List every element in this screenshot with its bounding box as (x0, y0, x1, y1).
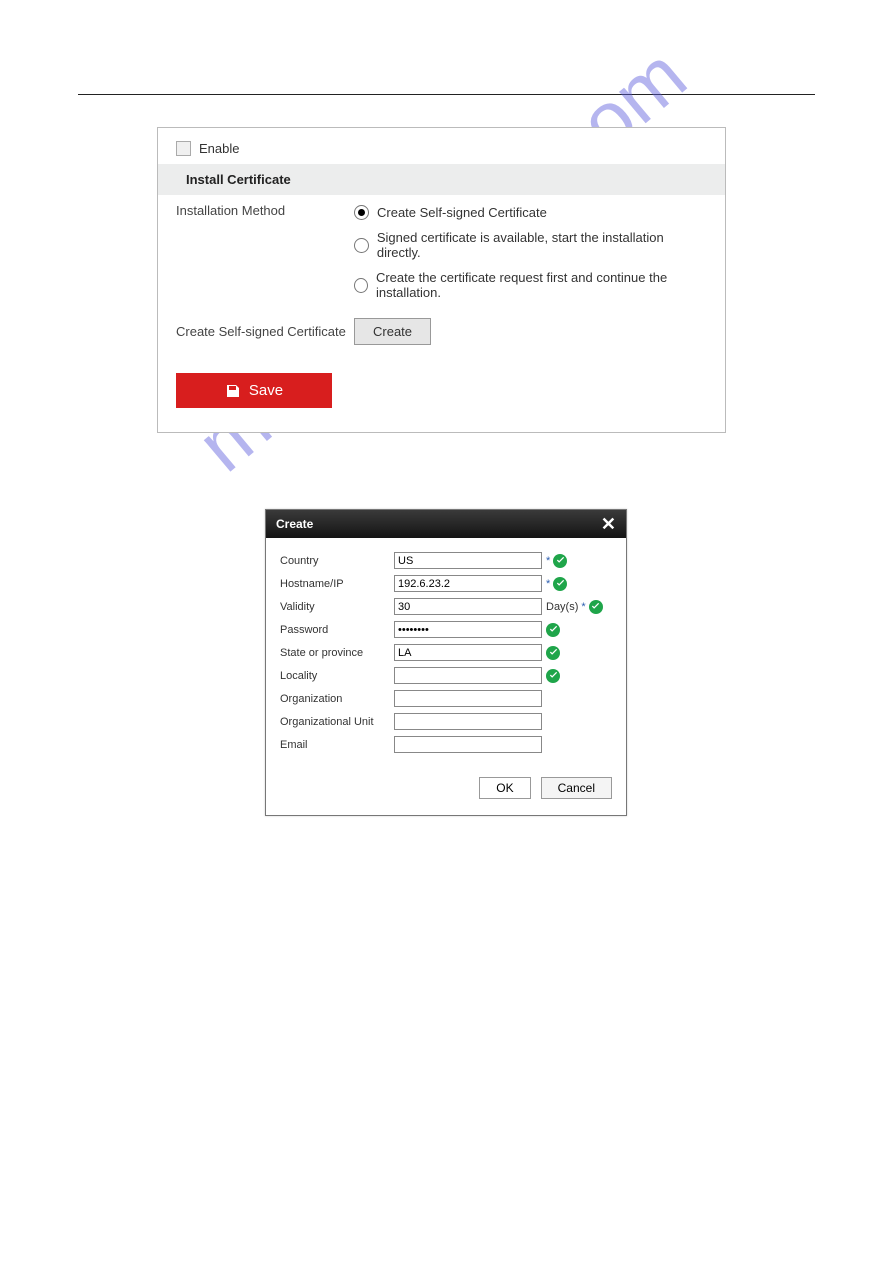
country-suffix: * (546, 554, 567, 568)
radio-signed-available[interactable]: Signed certificate is available, start t… (354, 230, 707, 260)
close-icon[interactable]: ✕ (601, 517, 616, 531)
save-button-label: Save (249, 382, 283, 399)
validity-input[interactable] (394, 598, 542, 615)
field-row-org_unit: Organizational Unit (280, 713, 612, 730)
field-row-password: Password (280, 621, 612, 638)
field-row-validity: Validity Day(s)* (280, 598, 612, 615)
installation-method-options: Create Self-signed Certificate Signed ce… (354, 203, 707, 300)
field-row-locality: Locality (280, 667, 612, 684)
radio-dot-icon (354, 238, 369, 253)
page-divider (78, 94, 815, 95)
password-label: Password (280, 624, 394, 636)
installation-method-label: Installation Method (176, 203, 354, 218)
enable-label: Enable (199, 141, 239, 156)
radio-label: Create Self-signed Certificate (377, 205, 547, 220)
field-row-organization: Organization (280, 690, 612, 707)
email-input[interactable] (394, 736, 542, 753)
locality-input[interactable] (394, 667, 542, 684)
validity-unit-label: Day(s) (546, 601, 578, 613)
locality-label: Locality (280, 670, 394, 682)
field-row-country: Country * (280, 552, 612, 569)
hostname-label: Hostname/IP (280, 578, 394, 590)
org_unit-label: Organizational Unit (280, 716, 394, 728)
organization-input[interactable] (394, 690, 542, 707)
modal-footer: OK Cancel (266, 763, 626, 815)
valid-check-icon (546, 669, 560, 683)
validity-suffix: Day(s)* (546, 600, 603, 614)
save-icon (225, 383, 241, 399)
modal-title: Create (276, 517, 313, 531)
save-button[interactable]: Save (176, 373, 332, 408)
radio-label: Signed certificate is available, start t… (377, 230, 707, 260)
field-row-hostname: Hostname/IP * (280, 575, 612, 592)
password-suffix (546, 623, 560, 637)
locality-suffix (546, 669, 560, 683)
state-label: State or province (280, 647, 394, 659)
modal-body: Country*Hostname/IP*ValidityDay(s)*Passw… (266, 538, 626, 763)
required-star: * (546, 578, 550, 590)
valid-check-icon (589, 600, 603, 614)
state-input[interactable] (394, 644, 542, 661)
valid-check-icon (553, 577, 567, 591)
country-input[interactable] (394, 552, 542, 569)
country-label: Country (280, 555, 394, 567)
radio-create-self-signed[interactable]: Create Self-signed Certificate (354, 205, 707, 220)
hostname-input[interactable] (394, 575, 542, 592)
valid-check-icon (546, 623, 560, 637)
required-star: * (546, 555, 550, 567)
ok-button[interactable]: OK (479, 777, 530, 799)
hostname-suffix: * (546, 577, 567, 591)
password-input[interactable] (394, 621, 542, 638)
enable-checkbox[interactable] (176, 141, 191, 156)
installation-method-row: Installation Method Create Self-signed C… (158, 195, 725, 300)
valid-check-icon (553, 554, 567, 568)
org_unit-input[interactable] (394, 713, 542, 730)
install-certificate-panel: Enable Install Certificate Installation … (157, 127, 726, 433)
field-row-email: Email (280, 736, 612, 753)
section-header: Install Certificate (158, 164, 725, 195)
create-modal: Create ✕ Country * Hostname/IP * Validity Day… (265, 509, 627, 816)
valid-check-icon (546, 646, 560, 660)
validity-label: Validity (280, 601, 394, 613)
cancel-button[interactable]: Cancel (541, 777, 612, 799)
required-star: * (581, 601, 585, 613)
create-self-signed-row: Create Self-signed Certificate Create (158, 310, 725, 345)
enable-row: Enable (158, 128, 725, 164)
radio-dot-icon (354, 278, 368, 293)
radio-label: Create the certificate request first and… (376, 270, 707, 300)
radio-dot-icon (354, 205, 369, 220)
state-suffix (546, 646, 560, 660)
create-button[interactable]: Create (354, 318, 431, 345)
organization-label: Organization (280, 693, 394, 705)
create-self-signed-label: Create Self-signed Certificate (176, 324, 354, 339)
email-label: Email (280, 739, 394, 751)
field-row-state: State or province (280, 644, 612, 661)
radio-create-request[interactable]: Create the certificate request first and… (354, 270, 707, 300)
modal-header: Create ✕ (266, 510, 626, 538)
